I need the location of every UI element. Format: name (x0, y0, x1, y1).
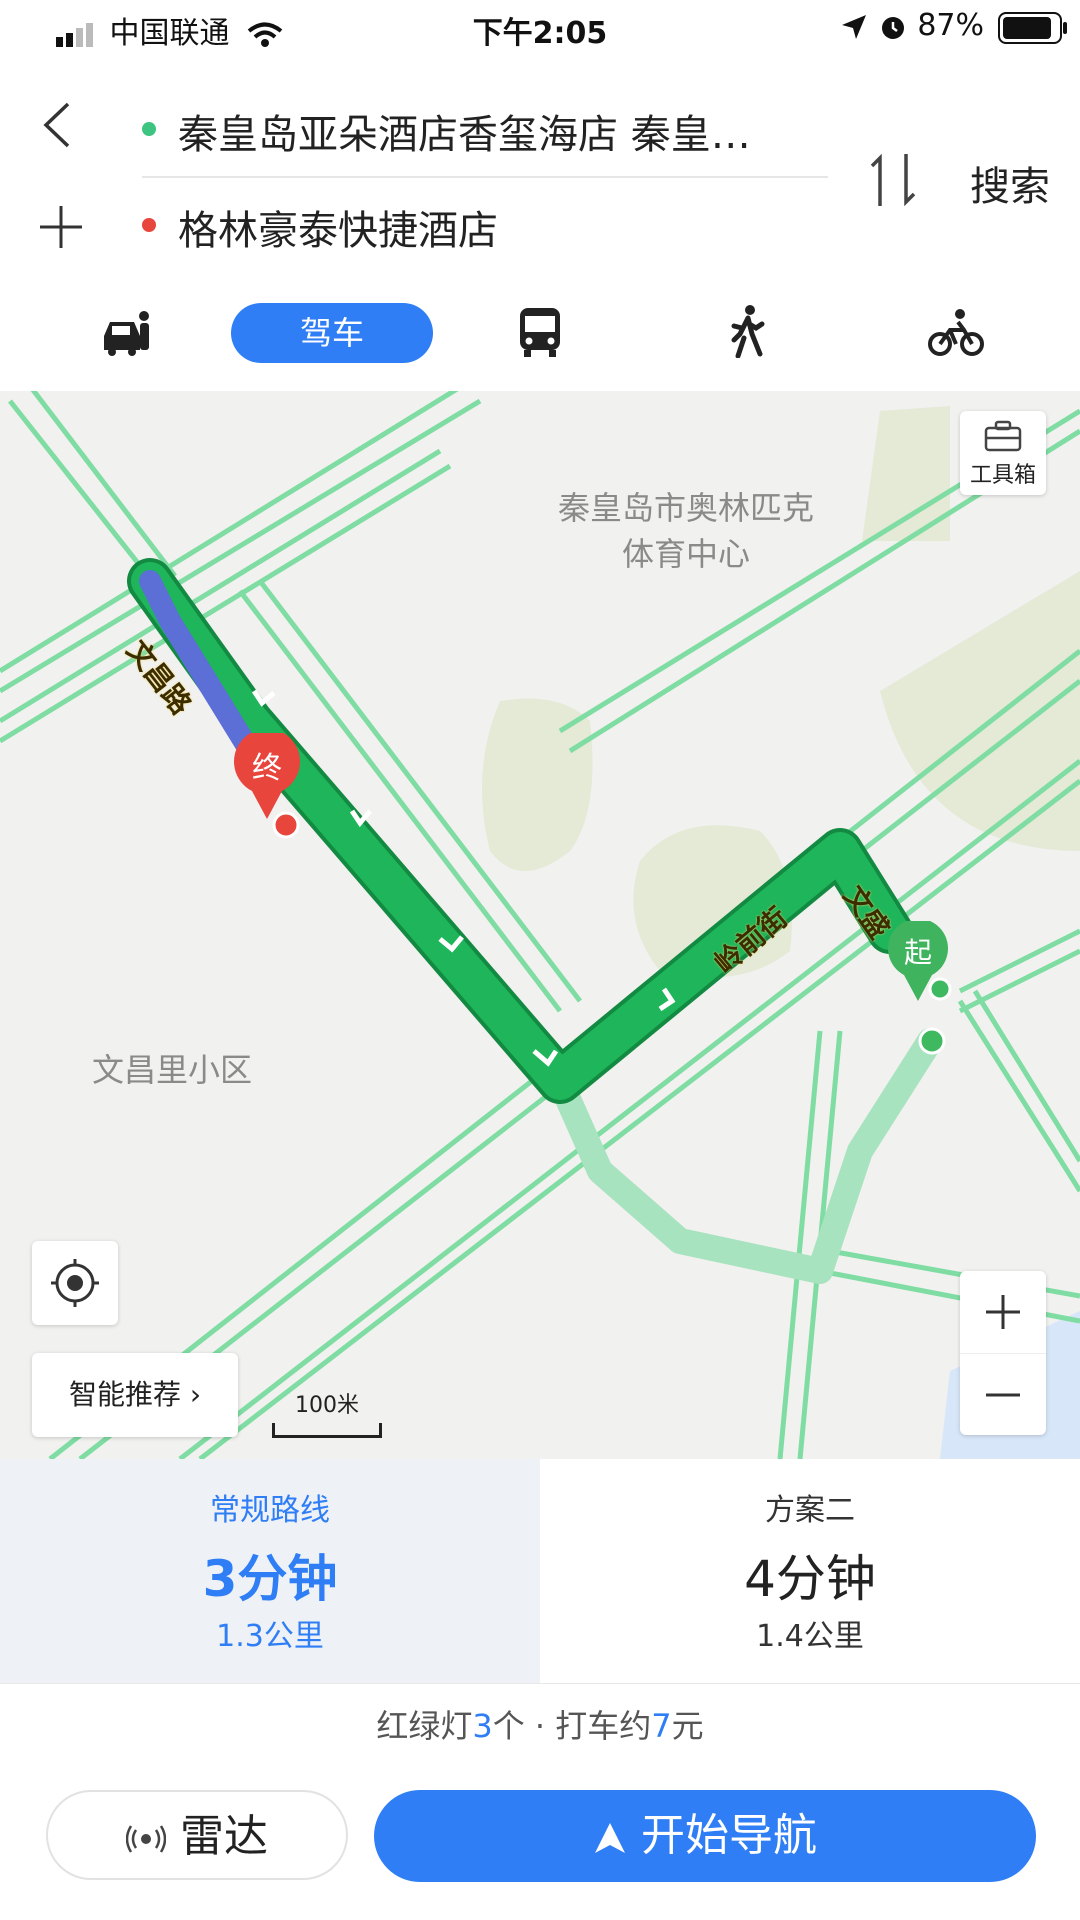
end-marker[interactable]: 终 (232, 728, 302, 827)
zoom-in-button[interactable] (960, 1271, 1046, 1354)
plan-distance: 1.4公里 (756, 1619, 864, 1654)
plan-name: 常规路线 (210, 1493, 330, 1528)
field-divider (142, 176, 828, 178)
locate-button[interactable] (32, 1241, 118, 1325)
plan-time: 3分钟 (202, 1550, 338, 1608)
poi-residential: 文昌里小区 (92, 1051, 253, 1089)
locate-icon (51, 1259, 99, 1307)
poi-stadium-line2: 体育中心 (621, 535, 750, 573)
plan-time: 4分钟 (744, 1550, 876, 1608)
traffic-light-count: 3 (472, 1707, 493, 1745)
chevron-left-icon (43, 102, 70, 148)
swap-button[interactable] (868, 150, 918, 214)
taxi-icon (104, 311, 149, 356)
toolbox-label: 工具箱 (969, 463, 1036, 488)
poi-stadium: 秦皇岛市奥林匹克 体育中心 (536, 483, 836, 575)
radar-button[interactable]: 雷达 (46, 1790, 348, 1880)
smart-recommend-label: 智能推荐 (68, 1378, 181, 1411)
trip-info-suffix: 元 (671, 1707, 704, 1745)
taxi-tab[interactable] (100, 306, 152, 362)
radar-label: 雷达 (180, 1811, 268, 1862)
start-marker-label: 起 (903, 936, 932, 969)
map-view[interactable]: 文昌路 岭前街 文盛 秦皇岛市奥林匹克 体育中心 文昌里小区 终 起 工具箱 智… (0, 391, 1080, 1459)
plan-card-alt[interactable]: 方案二 4分钟 1.4公里 (540, 1459, 1080, 1683)
scale-line (272, 1423, 382, 1438)
battery-percent: 87% (917, 8, 984, 43)
add-waypoint-button[interactable] (38, 204, 84, 254)
start-navigation-button[interactable]: 开始导航 (374, 1790, 1036, 1882)
trip-info-mid: 个 · 打车约 (492, 1707, 652, 1745)
zoom-control (960, 1271, 1046, 1435)
bike-icon (928, 309, 984, 356)
radar-icon (125, 1825, 167, 1853)
trip-info: 红绿灯3个 · 打车约7元 (0, 1683, 1080, 1768)
destination-field[interactable]: 格林豪泰快捷酒店 (178, 198, 498, 256)
swap-icon (870, 153, 916, 207)
search-button[interactable]: 搜索 (970, 154, 1050, 212)
start-marker[interactable]: 起 (886, 918, 950, 1009)
battery: 87% (840, 8, 984, 43)
destination-dot (142, 218, 156, 232)
trip-info-prefix: 红绿灯 (376, 1707, 473, 1745)
origin-dot (142, 122, 156, 136)
navigate-label: 开始导航 (641, 1810, 817, 1861)
poi-stadium-line1: 秦皇岛市奥林匹克 (557, 489, 814, 527)
plus-icon (40, 206, 82, 248)
status-bar: 中国联通 下午2:05 87% (0, 0, 1080, 56)
bus-tab[interactable] (516, 306, 564, 362)
bike-tab[interactable] (928, 306, 984, 362)
navigation-arrow-icon (595, 1823, 625, 1853)
back-button[interactable] (38, 100, 78, 154)
taxi-fare: 7 (651, 1707, 672, 1745)
toolbox-button[interactable]: 工具箱 (960, 411, 1046, 495)
zoom-out-button[interactable] (960, 1354, 1046, 1436)
plan-name: 方案二 (765, 1493, 855, 1528)
walk-tab[interactable] (726, 304, 766, 362)
plan-distance: 1.3公里 (216, 1619, 324, 1654)
tab-drive[interactable]: 驾车 (231, 303, 433, 363)
minus-icon (986, 1393, 1020, 1397)
alarm-icon (881, 16, 904, 39)
origin-field[interactable]: 秦皇岛亚朵酒店香玺海店 秦皇… (178, 102, 751, 160)
smart-recommend-button[interactable]: 智能推荐 › (32, 1353, 238, 1437)
plan-card-regular[interactable]: 常规路线 3分钟 1.3公里 (0, 1459, 540, 1683)
bus-icon (520, 308, 560, 357)
scale-bar: 100米 (272, 1387, 382, 1438)
walk-icon (731, 305, 765, 359)
toolbox-icon (984, 420, 1022, 452)
end-marker-label: 终 (252, 751, 282, 786)
location-arrow-icon (842, 14, 867, 39)
scale-label: 100米 (295, 1393, 359, 1418)
plus-icon (986, 1295, 1020, 1329)
chevron-right-icon: › (189, 1378, 202, 1411)
battery-icon (998, 12, 1067, 44)
